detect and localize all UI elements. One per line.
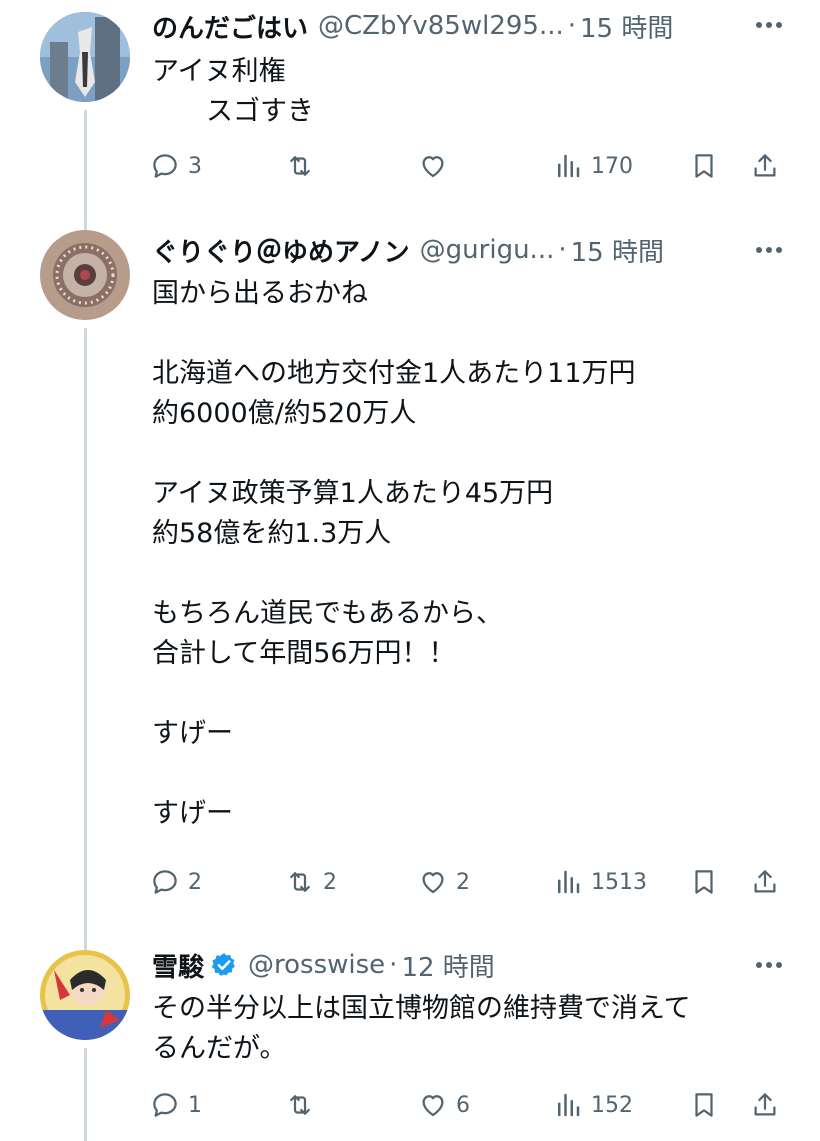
bookmark-icon: [695, 870, 713, 894]
tweet-text-line: るんだが。: [152, 1033, 287, 1064]
heart-icon: [422, 1095, 444, 1117]
bookmark-button[interactable]: [689, 146, 719, 186]
heart-icon: [422, 872, 444, 894]
tweet-2[interactable]: ぐりぐり＠ゆめアノン @gurigu... · 15 時間 国から出るおかね 北…: [0, 210, 820, 935]
user-handle[interactable]: @CZbYv85wl295...: [318, 11, 564, 41]
separator-dot: ·: [389, 950, 398, 980]
verified-badge-icon: [210, 951, 238, 979]
retweet-count: 2: [323, 869, 337, 895]
tweet-paragraph: すげー: [152, 718, 233, 749]
more-options-button[interactable]: [752, 8, 786, 42]
share-button[interactable]: [750, 862, 780, 902]
views-button[interactable]: 152: [553, 1085, 633, 1125]
tweet-header: のんだごはい @CZbYv85wl295... · 15 時間: [152, 6, 673, 46]
views-icon: [558, 154, 580, 178]
display-name[interactable]: のんだごはい: [152, 8, 308, 45]
separator-dot: ·: [558, 235, 567, 265]
retweet-icon: [290, 1095, 310, 1115]
retweet-button[interactable]: [285, 146, 323, 186]
tweet-paragraph: すげー: [152, 798, 233, 829]
more-options-button[interactable]: [752, 948, 786, 982]
reply-count: 2: [188, 869, 202, 895]
like-button[interactable]: 6: [418, 1085, 470, 1125]
separator-dot: ·: [567, 11, 577, 41]
user-handle[interactable]: @gurigu...: [420, 235, 555, 265]
avatar[interactable]: [40, 950, 130, 1040]
more-icon: [756, 962, 782, 968]
like-count: 6: [456, 1092, 470, 1118]
tweet-body: その半分以上は国立博物館の維持費で消えて るんだが。: [152, 989, 772, 1069]
display-name[interactable]: 雪駿: [152, 947, 204, 984]
bookmark-button[interactable]: [689, 1085, 719, 1125]
user-handle[interactable]: @rosswise: [248, 950, 385, 980]
view-count: 170: [591, 153, 633, 179]
more-options-button[interactable]: [752, 233, 786, 267]
tweet-text-line: その半分以上は国立博物館の維持費で消えて: [152, 993, 691, 1024]
tweet-paragraph: アイヌ政策予算1人あたり45万円 約58億を約1.3万人: [152, 478, 554, 549]
view-count: 1513: [591, 869, 647, 895]
thread-line: [84, 328, 87, 935]
tweet-text-line: スゴすき: [152, 96, 314, 127]
share-icon: [754, 870, 776, 893]
timestamp[interactable]: 12 時間: [401, 947, 494, 984]
tweet-body: アイヌ利権 スゴすき: [152, 52, 772, 132]
views-button[interactable]: 170: [553, 146, 633, 186]
more-icon: [756, 247, 782, 253]
bookmark-icon: [695, 1093, 713, 1117]
reply-icon: [153, 154, 177, 178]
retweet-button[interactable]: 2: [285, 862, 337, 902]
thread-line: [84, 935, 87, 950]
tweet-3[interactable]: 雪駿 @rosswise · 12 時間 その半分以上は国立博物館の維持費で消え…: [0, 935, 820, 1141]
views-icon: [558, 1093, 580, 1117]
retweet-button[interactable]: [285, 1085, 323, 1125]
reply-button[interactable]: 2: [150, 862, 202, 902]
tweet-1[interactable]: のんだごはい @CZbYv85wl295... · 15 時間 アイヌ利権 スゴ…: [0, 0, 820, 210]
avatar-image: [40, 950, 130, 1040]
tweet-text-line: アイヌ利権: [152, 56, 286, 87]
views-button[interactable]: 1513: [553, 862, 647, 902]
reply-button[interactable]: 3: [150, 146, 202, 186]
retweet-icon: [290, 872, 310, 892]
reply-icon: [153, 1093, 177, 1117]
bookmark-icon: [695, 154, 713, 178]
reply-button[interactable]: 1: [150, 1085, 202, 1125]
share-icon: [754, 154, 776, 177]
share-icon: [754, 1093, 776, 1116]
avatar-image: [40, 230, 130, 320]
more-icon: [756, 22, 782, 28]
timestamp[interactable]: 15 時間: [580, 8, 673, 45]
action-bar: 1 6 152: [150, 1085, 790, 1125]
action-bar: 3 170: [150, 146, 790, 186]
timestamp[interactable]: 15 時間: [571, 232, 664, 269]
like-button[interactable]: 2: [418, 862, 470, 902]
like-button[interactable]: [418, 146, 456, 186]
tweet-paragraph: 北海道への地方交付金1人あたり11万円 約6000億/約520万人: [152, 358, 636, 429]
reply-icon: [153, 870, 177, 894]
tweet-paragraph: もちろん道民でもあるから、 合計して年間56万円！！: [152, 598, 503, 669]
thread-line: [84, 210, 87, 230]
heart-icon: [422, 156, 444, 178]
avatar[interactable]: [40, 12, 130, 102]
share-button[interactable]: [750, 146, 780, 186]
action-bar: 2 2 2 1513: [150, 862, 790, 902]
tweet-header: ぐりぐり＠ゆめアノン @gurigu... · 15 時間: [152, 230, 664, 270]
tweet-body: 国から出るおかね 北海道への地方交付金1人あたり11万円 約6000億/約520…: [152, 274, 772, 834]
thread-line: [84, 110, 87, 210]
views-icon: [558, 870, 580, 894]
reply-count: 1: [188, 1092, 202, 1118]
avatar[interactable]: [40, 230, 130, 320]
share-button[interactable]: [750, 1085, 780, 1125]
tweet-header: 雪駿 @rosswise · 12 時間: [152, 945, 495, 985]
bookmark-button[interactable]: [689, 862, 719, 902]
display-name[interactable]: ぐりぐり＠ゆめアノン: [152, 232, 410, 269]
view-count: 152: [591, 1092, 633, 1118]
reply-count: 3: [188, 153, 202, 179]
retweet-icon: [290, 156, 310, 176]
avatar-image: [40, 12, 130, 102]
thread-line: [84, 1048, 87, 1141]
tweet-paragraph: 国から出るおかね: [152, 278, 368, 309]
like-count: 2: [456, 869, 470, 895]
